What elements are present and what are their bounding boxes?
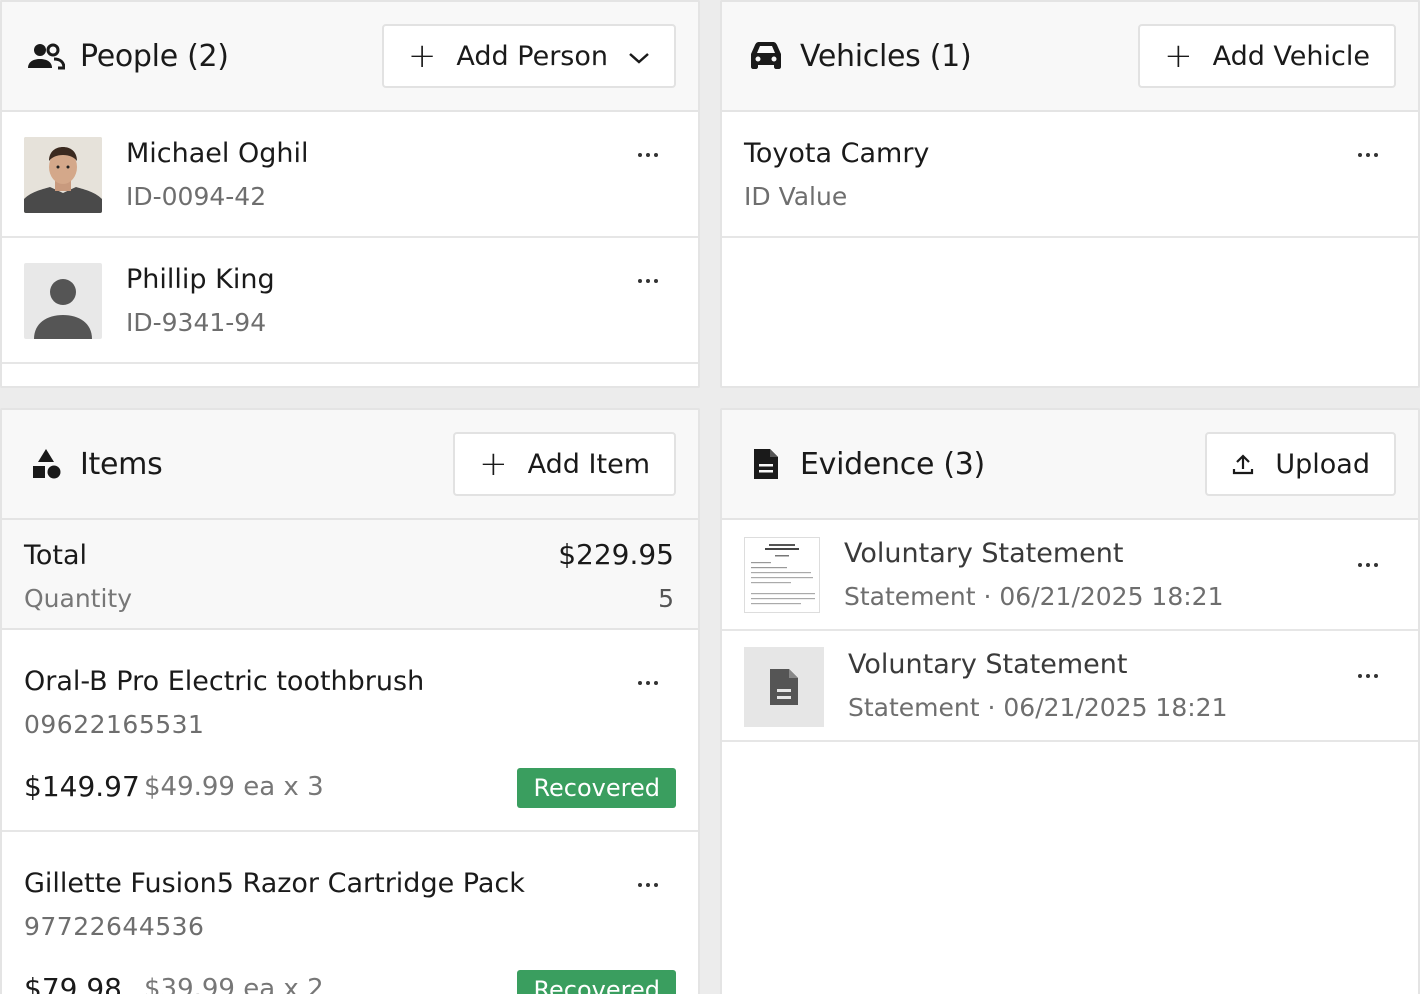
item-unit-price: $49.99 ea x 3 [144, 772, 324, 802]
evidence-row[interactable]: Voluntary Statement Statement · 06/21/20… [722, 631, 1418, 742]
total-label: Total [24, 540, 88, 571]
more-options-icon[interactable] [1348, 661, 1388, 691]
avatar-placeholder-icon [24, 263, 102, 339]
evidence-name: Voluntary Statement [844, 538, 1124, 569]
item-name: Gillette Fusion5 Razor Cartridge Pack [24, 868, 525, 899]
plus-icon: + [1164, 36, 1193, 76]
people-panel: People (2) + Add Person Michael Oghil ID… [0, 0, 700, 388]
vehicle-row[interactable]: Toyota Camry ID Value [722, 112, 1418, 238]
items-header: Items + Add Item [2, 410, 698, 520]
plus-icon: + [479, 444, 508, 484]
quantity-label: Quantity [24, 584, 133, 613]
vehicle-name: Toyota Camry [744, 138, 930, 169]
person-id: ID-9341-94 [126, 308, 267, 337]
more-options-icon[interactable] [628, 266, 668, 296]
person-photo [24, 137, 102, 213]
vehicles-header: Vehicles (1) + Add Vehicle [722, 2, 1418, 112]
person-name: Phillip King [126, 264, 275, 295]
item-row[interactable]: Gillette Fusion5 Razor Cartridge Pack 97… [2, 832, 698, 994]
status-badge: Recovered [517, 970, 676, 994]
document-icon [744, 442, 788, 486]
people-header: People (2) + Add Person [2, 2, 698, 112]
people-title: People (2) [80, 38, 229, 74]
document-thumbnail [744, 537, 820, 613]
upload-button[interactable]: Upload [1205, 432, 1396, 496]
evidence-name: Voluntary Statement [848, 649, 1128, 680]
add-person-button[interactable]: + Add Person [381, 24, 676, 88]
person-row[interactable]: Phillip King ID-9341-94 [2, 238, 698, 364]
total-value: $229.95 [558, 538, 674, 571]
add-person-label: Add Person [456, 40, 608, 72]
evidence-meta: Statement · 06/21/2025 18:21 [848, 693, 1228, 722]
more-options-icon[interactable] [628, 140, 668, 170]
vehicles-title: Vehicles (1) [800, 38, 972, 74]
evidence-panel: Evidence (3) Upload Voluntary Statement … [720, 408, 1420, 994]
upload-icon [1231, 452, 1255, 476]
upload-label: Upload [1275, 448, 1370, 480]
item-price: $149.97 [24, 770, 140, 803]
evidence-title: Evidence (3) [800, 446, 985, 482]
plus-icon: + [407, 36, 437, 76]
item-sku: 97722644536 [24, 912, 205, 941]
evidence-row[interactable]: Voluntary Statement Statement · 06/21/20… [722, 520, 1418, 631]
more-options-icon[interactable] [628, 668, 668, 698]
more-options-icon[interactable] [1348, 140, 1388, 170]
items-title: Items [80, 446, 163, 482]
chevron-down-icon [628, 41, 650, 72]
evidence-header: Evidence (3) Upload [722, 410, 1418, 520]
items-totals: Total $229.95 Quantity 5 [2, 520, 698, 630]
person-id: ID-0094-42 [126, 182, 267, 211]
person-name: Michael Oghil [126, 138, 309, 169]
add-item-button[interactable]: + Add Item [453, 432, 676, 496]
evidence-meta: Statement · 06/21/2025 18:21 [844, 582, 1224, 611]
vehicle-id: ID Value [744, 182, 848, 211]
item-unit-price: $39.99 ea x 2 [144, 974, 324, 994]
item-row[interactable]: Oral-B Pro Electric toothbrush 096221655… [2, 630, 698, 832]
person-row[interactable]: Michael Oghil ID-0094-42 [2, 112, 698, 238]
car-icon [744, 34, 788, 78]
more-options-icon[interactable] [628, 870, 668, 900]
quantity-value: 5 [658, 584, 674, 613]
item-sku: 09622165531 [24, 710, 205, 739]
vehicles-panel: Vehicles (1) + Add Vehicle Toyota Camry … [720, 0, 1420, 388]
item-name: Oral-B Pro Electric toothbrush [24, 666, 425, 697]
file-icon [744, 647, 824, 727]
items-panel: Items + Add Item Total $229.95 Quantity … [0, 408, 700, 994]
people-icon [24, 34, 68, 78]
shapes-icon [24, 442, 68, 486]
add-vehicle-label: Add Vehicle [1212, 40, 1370, 72]
status-badge: Recovered [517, 768, 676, 808]
add-vehicle-button[interactable]: + Add Vehicle [1138, 24, 1396, 88]
more-options-icon[interactable] [1348, 550, 1388, 580]
add-item-label: Add Item [527, 448, 650, 480]
item-price: $79.98 [24, 972, 122, 994]
